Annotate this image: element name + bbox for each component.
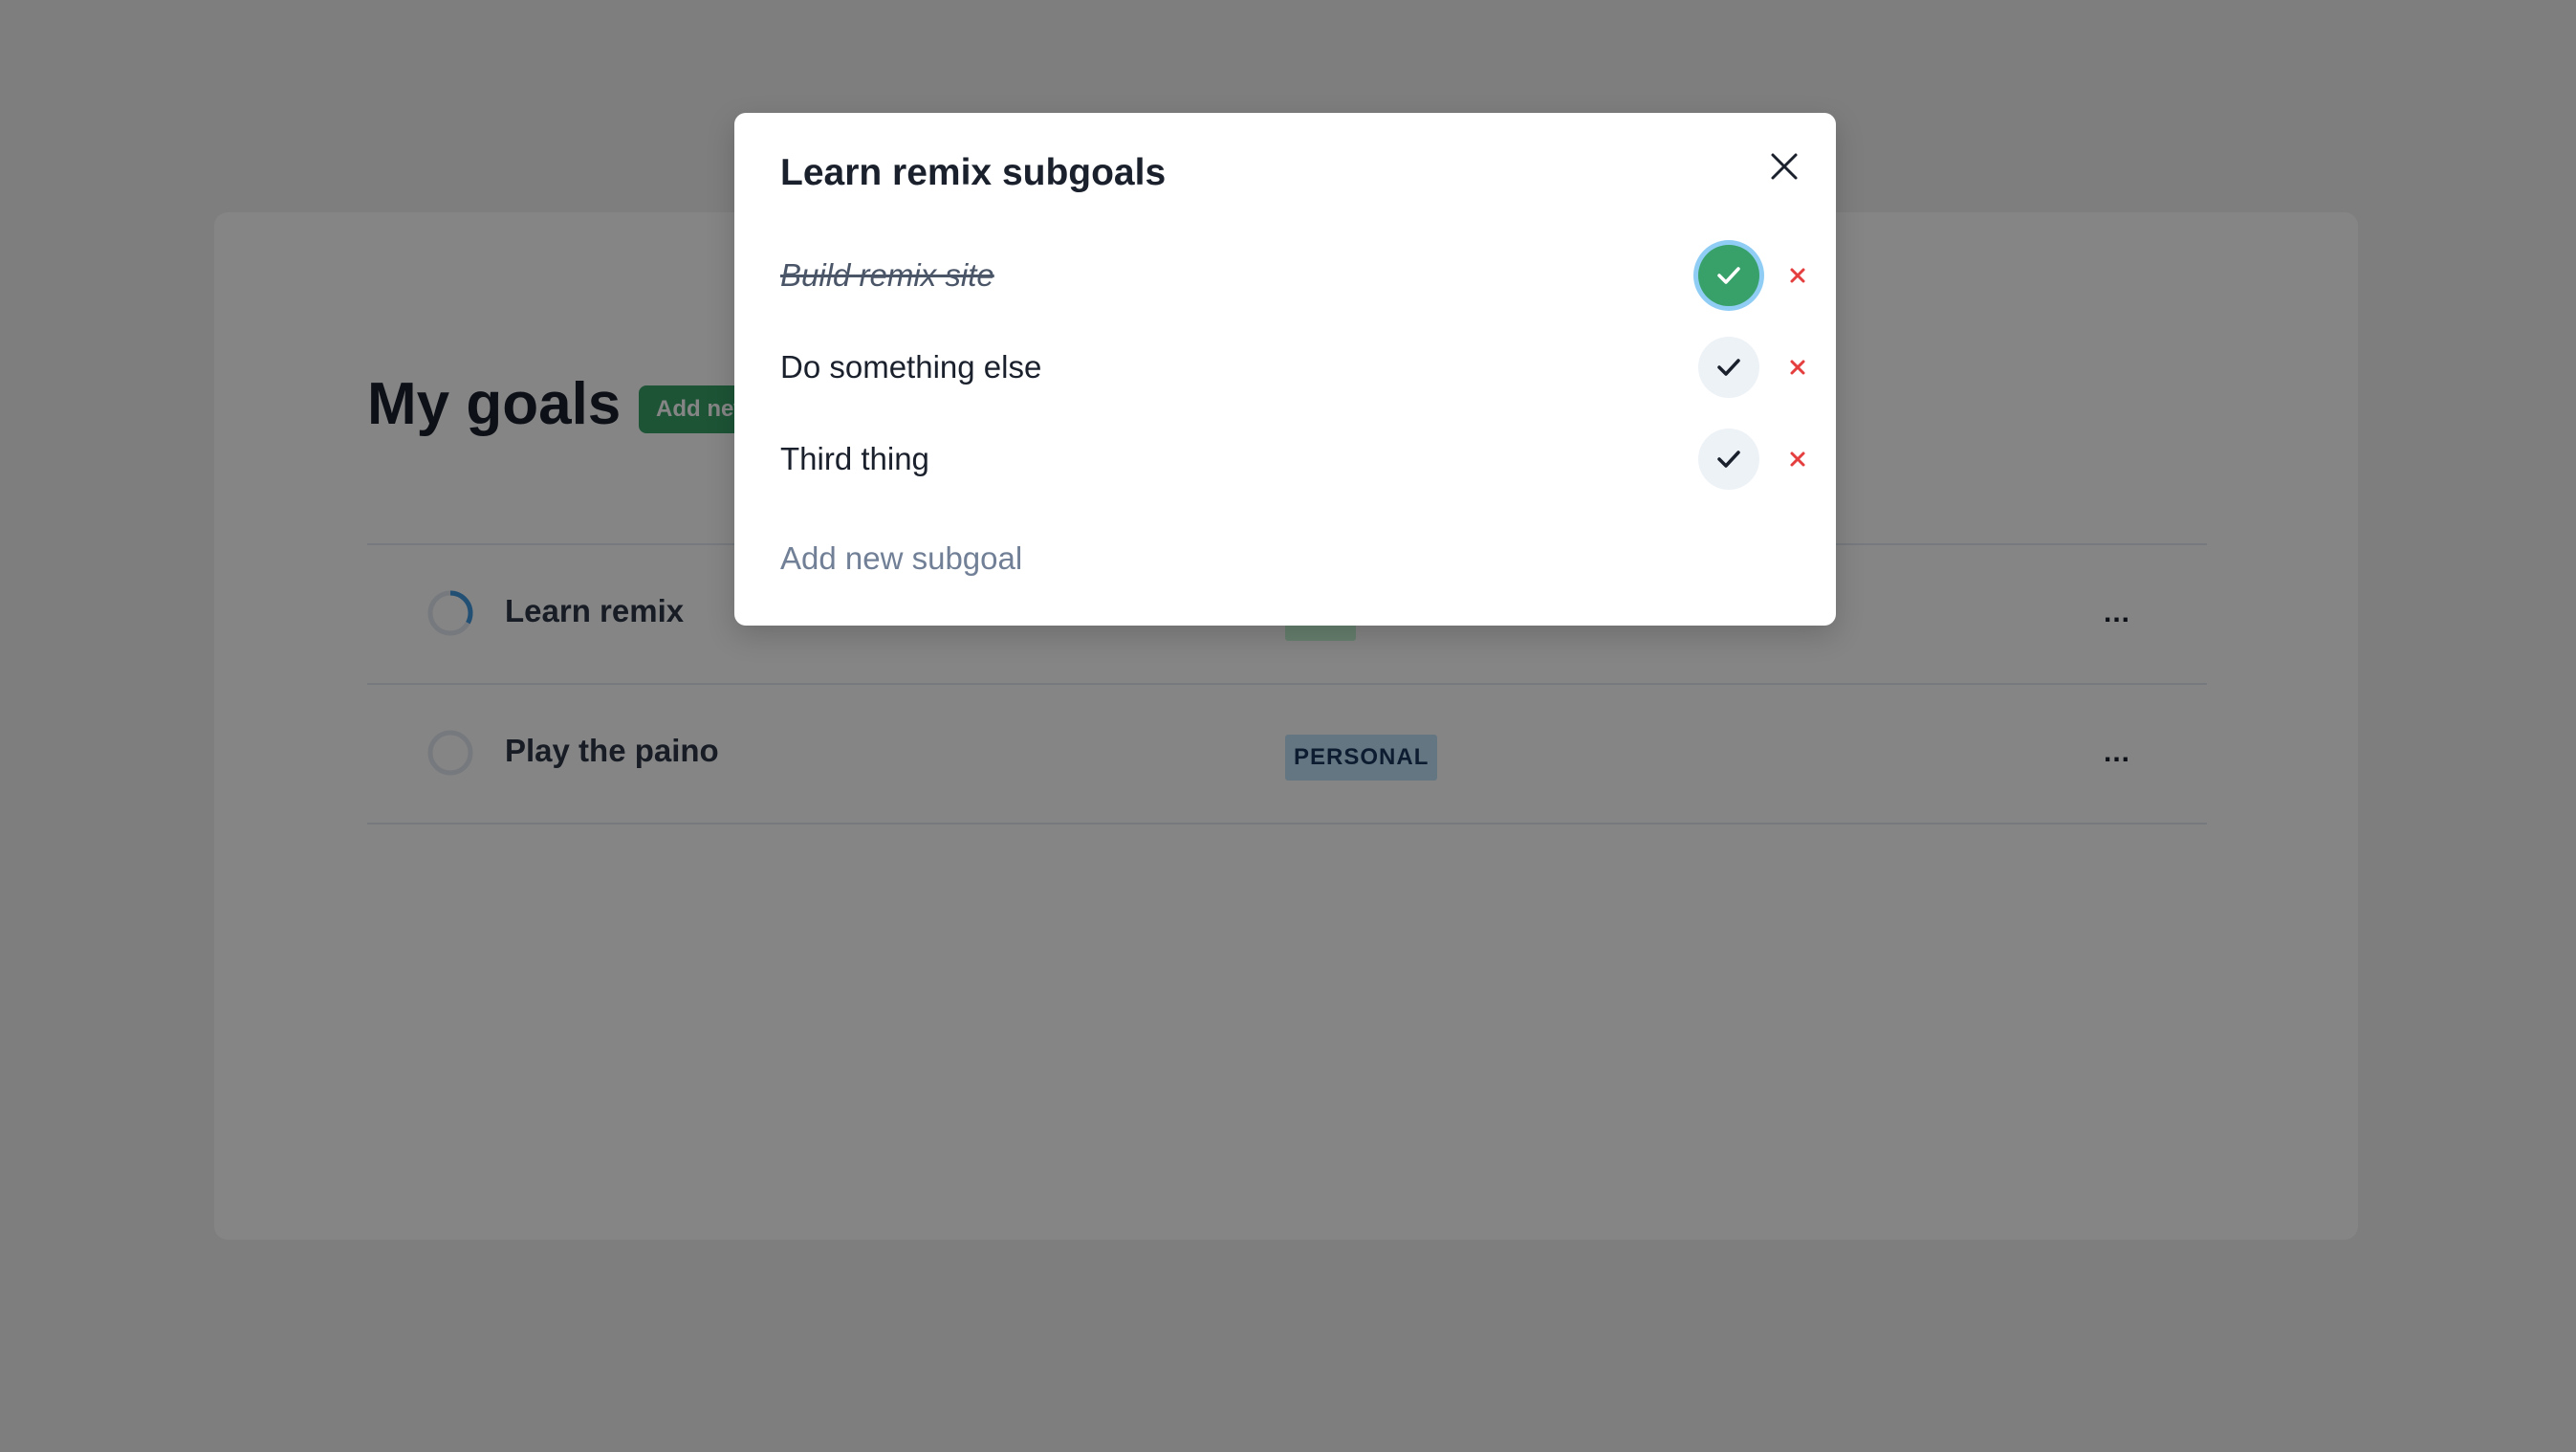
modal-title: Learn remix subgoals <box>780 152 1167 193</box>
close-button[interactable] <box>1757 140 1811 193</box>
complete-subgoal-button[interactable] <box>1698 429 1759 490</box>
close-icon <box>1771 153 1798 180</box>
check-icon <box>1717 267 1740 284</box>
subgoal-row: Build remix site <box>780 230 1805 321</box>
subgoals-modal: Learn remix subgoals Build remix site Do… <box>734 113 1836 626</box>
delete-subgoal-button[interactable] <box>1775 436 1821 482</box>
delete-icon <box>1790 360 1805 375</box>
check-icon <box>1717 451 1740 468</box>
subgoal-row: Do something else <box>780 321 1805 413</box>
delete-subgoal-button[interactable] <box>1775 344 1821 390</box>
subgoal-text: Third thing <box>780 441 929 476</box>
delete-icon <box>1790 451 1805 467</box>
complete-subgoal-button[interactable] <box>1698 245 1759 306</box>
delete-subgoal-button[interactable] <box>1775 253 1821 298</box>
complete-subgoal-button[interactable] <box>1698 337 1759 398</box>
subgoal-text: Do something else <box>780 349 1042 385</box>
subgoal-row: Third thing <box>780 413 1805 505</box>
delete-icon <box>1790 268 1805 283</box>
add-subgoal-input[interactable] <box>780 530 1698 587</box>
subgoal-text: Build remix site <box>780 257 994 293</box>
check-icon <box>1717 359 1740 376</box>
